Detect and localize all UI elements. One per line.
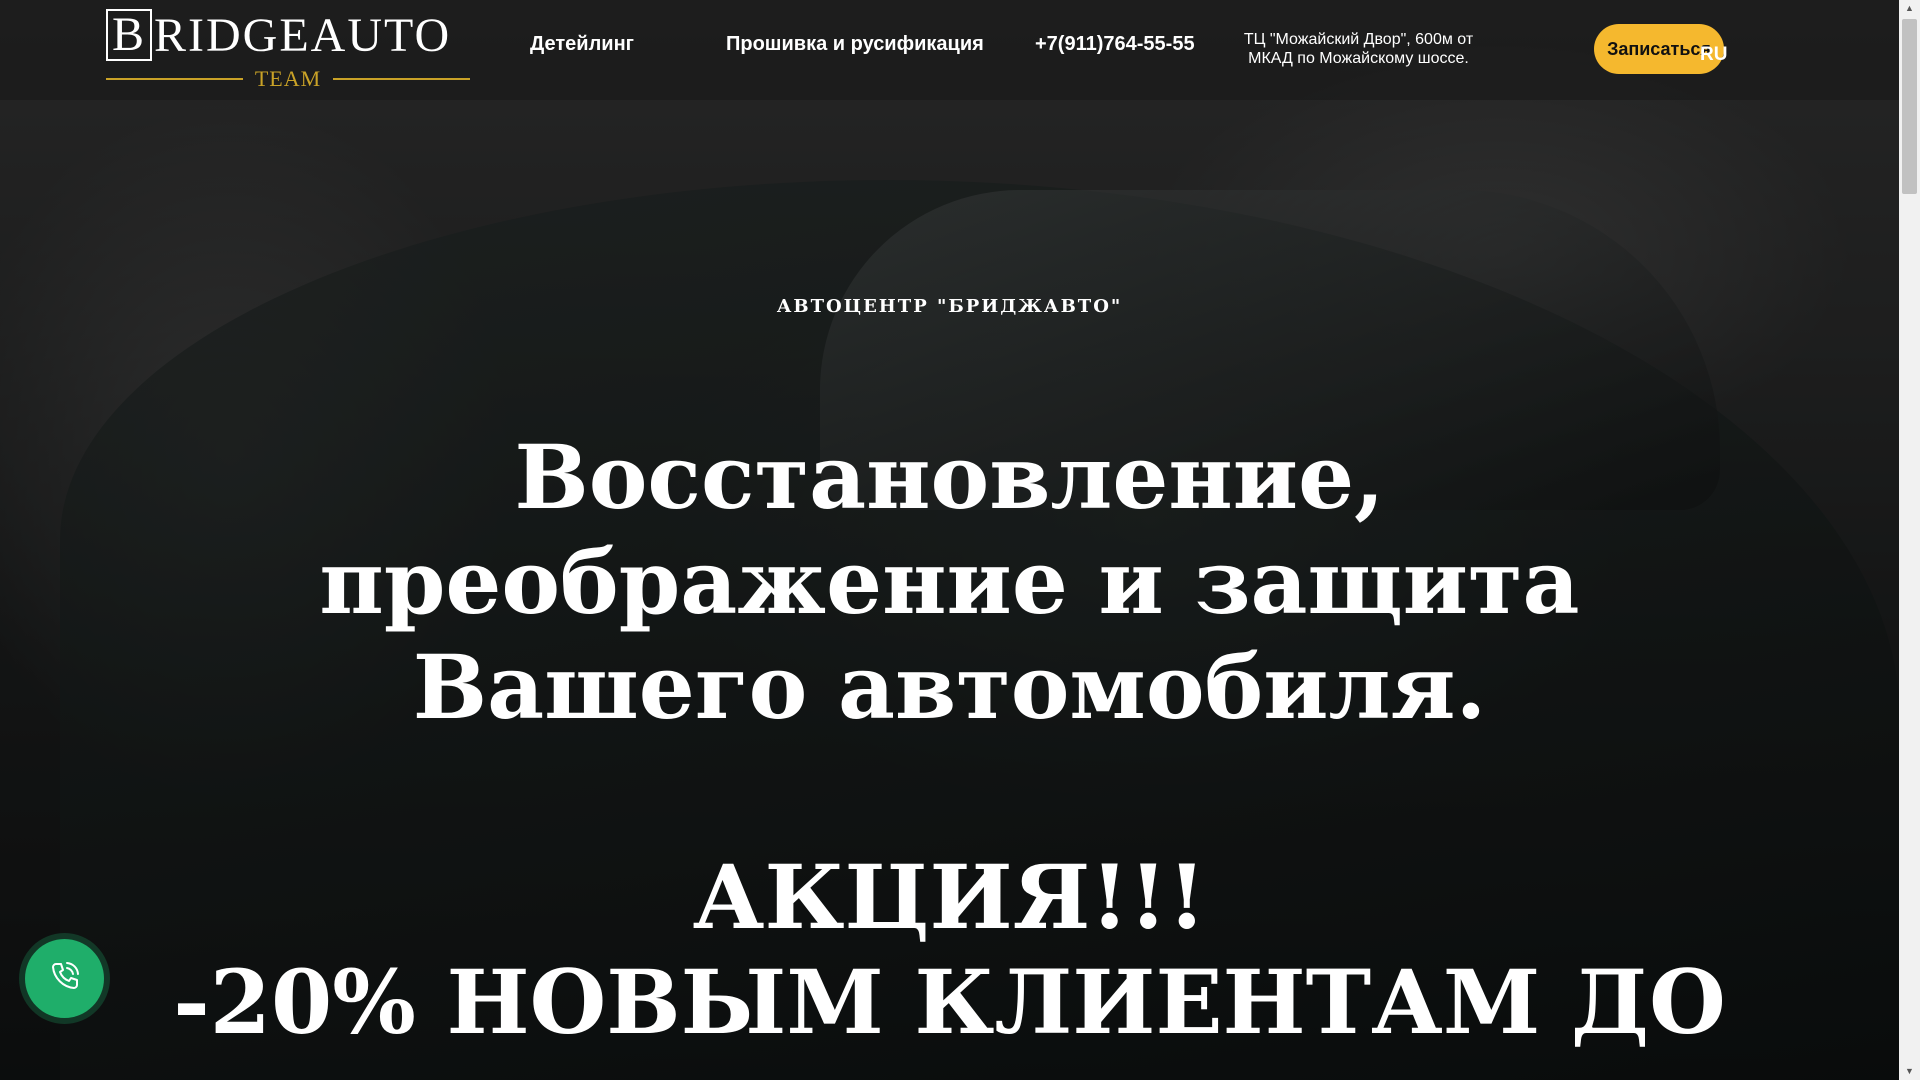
language-switcher[interactable]: RU	[1700, 44, 1727, 66]
page: B RIDGEAUTO TEAM Детейлинг Прошивка и рус…	[0, 0, 1920, 1080]
logo-wordmark: B RIDGEAUTO	[106, 8, 451, 62]
scroll-down-arrow-icon[interactable]: ▼	[1899, 1063, 1920, 1080]
logo-team-text: TEAM	[254, 66, 322, 91]
promo-text: АКЦИЯ!!! -20% НОВЫМ КЛИЕНТАМ ДО	[0, 845, 1899, 1055]
vertical-scrollbar[interactable]: ▲ ▼	[1899, 0, 1920, 1080]
hero-subtitle: АВТОЦЕНТР "БРИДЖАВТО"	[776, 296, 1123, 317]
promo-line-2: -20% НОВЫМ КЛИЕНТАМ ДО	[173, 950, 1726, 1054]
phone-ringing-icon	[45, 956, 85, 1001]
logo-subline: TEAM	[106, 66, 471, 91]
address-line-2: МКАД по Можайскому шоссе.	[1248, 50, 1469, 67]
nav-firmware[interactable]: Прошивка и русификация	[726, 33, 984, 56]
promo-line-1: АКЦИЯ!!!	[692, 845, 1207, 949]
address-line-1: ТЦ "Можайский Двор", 600м от	[1243, 31, 1474, 48]
site-header: B RIDGEAUTO TEAM Детейлинг Прошивка и рус…	[0, 0, 1899, 100]
headline-line-1: Восстановление,	[514, 425, 1385, 529]
nav-detailing[interactable]: Детейлинг	[530, 33, 634, 56]
headline-line-2: преображение и защита	[319, 530, 1580, 634]
logo-letter-box: B	[106, 9, 153, 61]
phone-link[interactable]: +7(911)764-55-55	[1035, 33, 1195, 56]
logo-divider-left	[106, 78, 243, 80]
callback-button[interactable]	[25, 939, 104, 1018]
scroll-thumb[interactable]	[1902, 19, 1917, 194]
headline-line-3: Вашего автомобиля.	[412, 635, 1487, 739]
address: ТЦ "Можайский Двор", 600м от МКАД по Мож…	[1236, 30, 1481, 68]
logo-divider-right	[333, 78, 471, 80]
scroll-up-arrow-icon[interactable]: ▲	[1899, 0, 1920, 17]
hero-headline: Восстановление, преображение и защита Ва…	[0, 425, 1899, 740]
logo[interactable]: B RIDGEAUTO TEAM	[106, 8, 471, 91]
logo-text: RIDGEAUTO	[154, 8, 452, 62]
